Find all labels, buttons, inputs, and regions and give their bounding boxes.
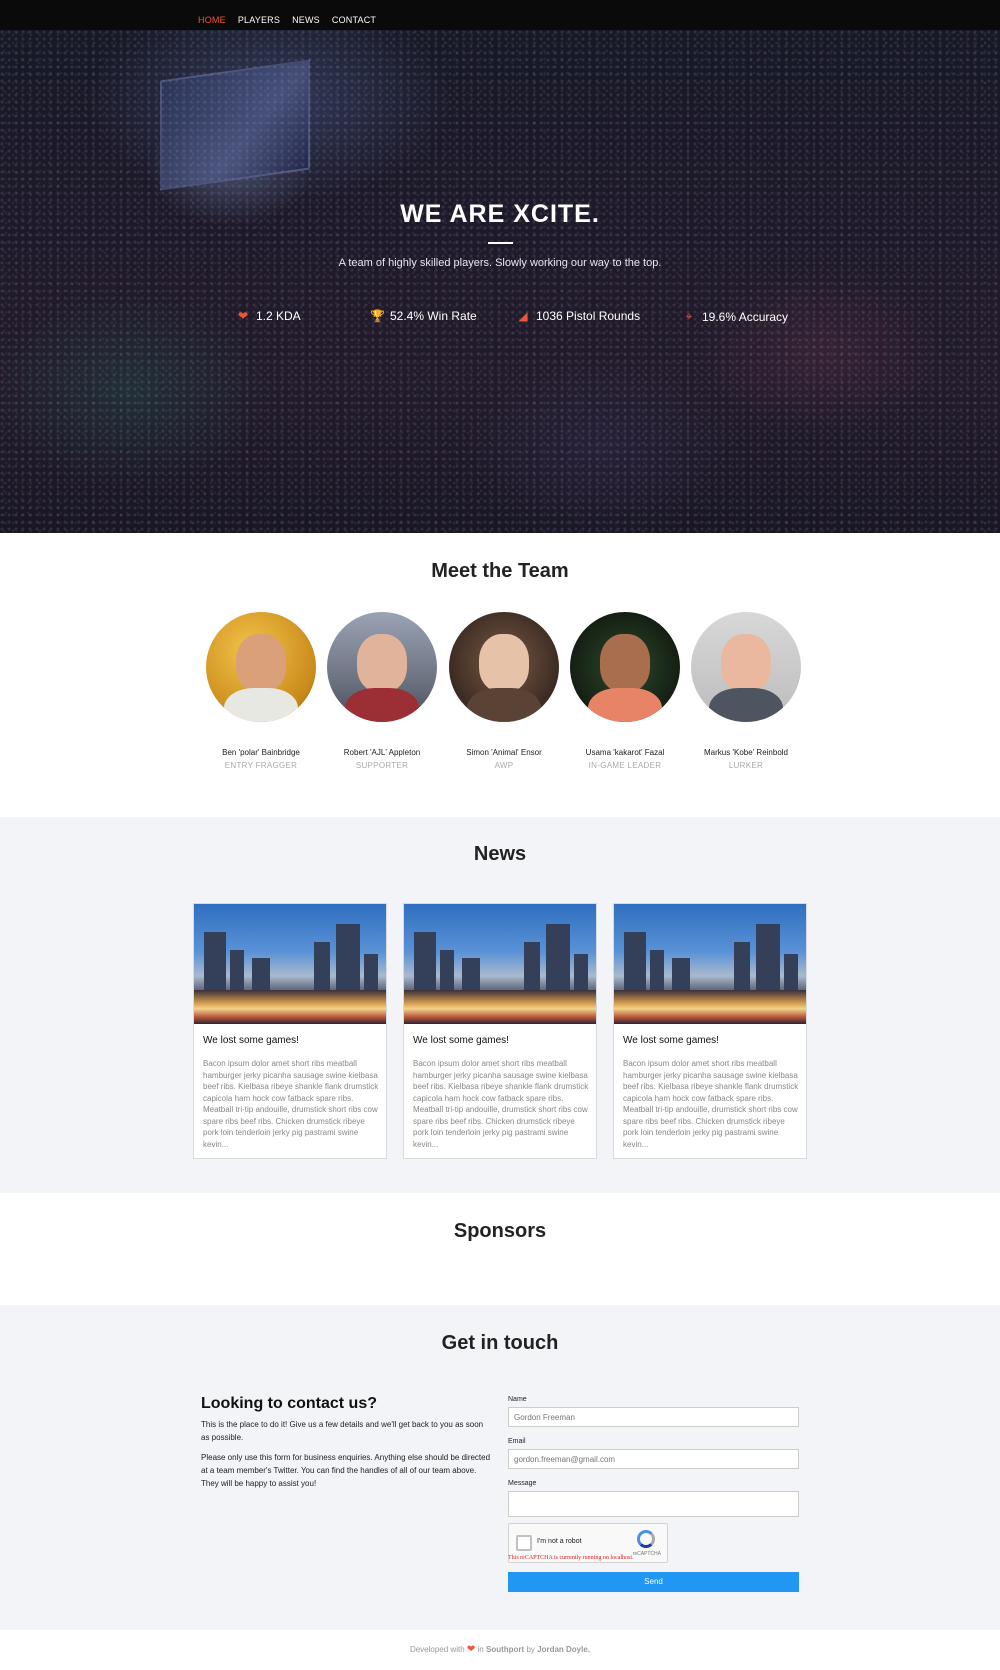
sponsors-section: Sponsors bbox=[0, 1193, 1000, 1305]
news-card-title: We lost some games! bbox=[203, 1035, 299, 1046]
recaptcha-label: I'm not a robot bbox=[537, 1538, 582, 1545]
footer-middle: in bbox=[477, 1645, 484, 1654]
news-card[interactable]: We lost some games! Bacon ipsum dolor am… bbox=[193, 903, 387, 1159]
player-name: Usama 'kakarot' Fazal bbox=[585, 748, 665, 757]
stat-pistol-rounds: ◢ 1036 Pistol Rounds bbox=[516, 309, 640, 323]
news-city-image bbox=[404, 904, 596, 1024]
player-role: IN-GAME LEADER bbox=[588, 761, 662, 770]
news-card-excerpt: Bacon ipsum dolor amet short ribs meatba… bbox=[203, 1059, 379, 1149]
player-card[interactable]: Usama 'kakarot' Fazal IN-GAME LEADER bbox=[570, 612, 680, 770]
message-textarea[interactable] bbox=[508, 1491, 799, 1517]
player-role: LURKER bbox=[728, 761, 764, 770]
stat-label: 19.6% Accuracy bbox=[702, 309, 789, 324]
player-card[interactable]: Simon 'Animal' Ensor AWP bbox=[449, 612, 559, 770]
heart-icon: ❤ bbox=[466, 1644, 476, 1655]
stat-kda: ❤ 1.2 KDA bbox=[236, 309, 301, 323]
player-role: SUPPORTER bbox=[355, 761, 409, 770]
news-card[interactable]: We lost some games! Bacon ipsum dolor am… bbox=[613, 903, 807, 1159]
news-card-excerpt: Bacon ipsum dolor amet short ribs meatba… bbox=[413, 1059, 589, 1149]
hero-title: WE ARE XCITE. bbox=[400, 200, 600, 228]
hero-divider bbox=[488, 242, 513, 244]
recaptcha-warning: This reCAPTCHA is currently running on l… bbox=[508, 1555, 634, 1561]
player-card[interactable]: Ben 'polar' Bainbridge ENTRY FRAGGER bbox=[206, 612, 316, 770]
hero-banner: WE ARE XCITE. A team of highly skilled p… bbox=[0, 30, 1000, 533]
stat-label: 52.4% Win Rate bbox=[390, 309, 477, 323]
player-name: Robert 'AJL' Appleton bbox=[343, 748, 421, 757]
nav-item-home[interactable]: HOME bbox=[198, 15, 226, 25]
nav-item-players[interactable]: PLAYERS bbox=[238, 15, 280, 25]
crosshair-icon: ⌖ bbox=[685, 309, 693, 323]
top-nav: HOME PLAYERS NEWS CONTACT bbox=[0, 0, 1000, 30]
contact-policy-text: Please only use this form for business e… bbox=[201, 1453, 491, 1488]
footer-place: Southport bbox=[485, 1645, 525, 1654]
nav-menu: HOME PLAYERS NEWS CONTACT bbox=[198, 10, 376, 28]
player-avatar bbox=[206, 612, 316, 722]
nav-item-contact[interactable]: CONTACT bbox=[332, 15, 376, 25]
stat-accuracy: ⌖ 19.6% Accuracy bbox=[682, 309, 788, 324]
hero-subtitle: A team of highly skilled players. Slowly… bbox=[338, 257, 662, 269]
player-avatar bbox=[449, 612, 559, 722]
team-title: Meet the Team bbox=[431, 560, 569, 582]
recaptcha-checkbox[interactable] bbox=[516, 1535, 532, 1551]
contact-title: Get in touch bbox=[441, 1332, 559, 1354]
heart-icon: ❤ bbox=[237, 309, 249, 323]
player-name: Markus 'Kobe' Reinbold bbox=[704, 748, 788, 757]
news-card-excerpt: Bacon ipsum dolor amet short ribs meatba… bbox=[623, 1059, 799, 1149]
nav-item-news[interactable]: NEWS bbox=[292, 15, 320, 25]
news-city-image bbox=[194, 904, 386, 1024]
player-role: ENTRY FRAGGER bbox=[224, 761, 298, 770]
name-label: Name bbox=[508, 1396, 527, 1403]
pistol-icon: ◢ bbox=[518, 309, 528, 323]
contact-section: Get in touch Looking to contact us? This… bbox=[0, 1305, 1000, 1630]
player-avatar bbox=[570, 612, 680, 722]
player-name: Simon 'Animal' Ensor bbox=[466, 748, 542, 757]
news-section: News We lost some games! Bacon ipsum dol… bbox=[0, 817, 1000, 1193]
send-button[interactable]: Send bbox=[508, 1572, 799, 1592]
player-name: Ben 'polar' Bainbridge bbox=[222, 748, 300, 757]
message-label: Message bbox=[508, 1480, 537, 1487]
email-label: Email bbox=[508, 1438, 526, 1445]
email-input[interactable] bbox=[508, 1449, 799, 1469]
footer-author-link[interactable]: Jordan Doyle. bbox=[537, 1645, 590, 1654]
footer-by: by bbox=[526, 1645, 535, 1654]
news-card-title: We lost some games! bbox=[413, 1035, 509, 1046]
team-section: Meet the Team Ben 'polar' Bainbridge ENT… bbox=[0, 533, 1000, 817]
player-card[interactable]: Robert 'AJL' Appleton SUPPORTER bbox=[327, 612, 437, 770]
recaptcha-logo-icon bbox=[637, 1530, 655, 1548]
news-card-title: We lost some games! bbox=[623, 1035, 719, 1046]
stat-label: 1.2 KDA bbox=[256, 309, 301, 323]
sponsors-title: Sponsors bbox=[453, 1220, 547, 1242]
footer-prefix: Developed with bbox=[409, 1645, 465, 1654]
contact-intro-text: This is the place to do it! Give us a fe… bbox=[201, 1420, 484, 1442]
player-avatar bbox=[691, 612, 801, 722]
name-input[interactable] bbox=[508, 1407, 799, 1427]
news-city-image bbox=[614, 904, 806, 1024]
player-card[interactable]: Markus 'Kobe' Reinbold LURKER bbox=[691, 612, 801, 770]
trophy-icon: 🏆 bbox=[370, 309, 385, 323]
footer: Developed with ❤ in Southport by Jordan … bbox=[0, 1630, 1000, 1670]
player-role: AWP bbox=[494, 761, 514, 770]
recaptcha-brand: reCAPTCHA bbox=[632, 1551, 661, 1557]
player-avatar bbox=[327, 612, 437, 722]
news-title: News bbox=[473, 843, 527, 865]
stat-win-rate: 🏆 52.4% Win Rate bbox=[370, 309, 477, 323]
contact-heading: Looking to contact us? bbox=[201, 1395, 377, 1412]
news-card[interactable]: We lost some games! Bacon ipsum dolor am… bbox=[403, 903, 597, 1159]
stat-label: 1036 Pistol Rounds bbox=[536, 309, 641, 323]
